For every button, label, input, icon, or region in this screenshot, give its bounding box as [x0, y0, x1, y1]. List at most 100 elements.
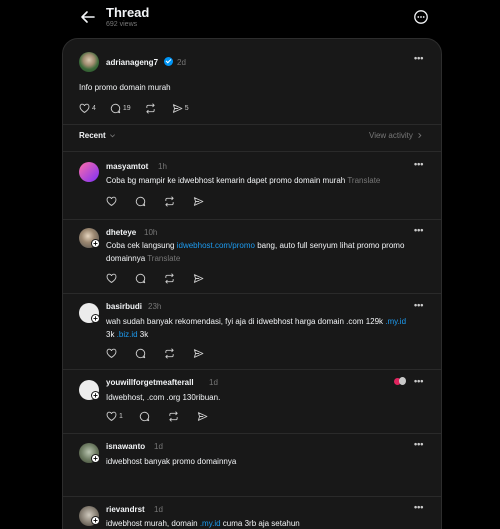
reply-link[interactable]: .my.id: [200, 519, 221, 528]
repost-icon: [165, 195, 174, 207]
reply-time: 1d: [154, 505, 163, 514]
heart-icon: [106, 196, 117, 206]
view-activity-link[interactable]: View activity: [369, 131, 423, 140]
share-icon: [193, 273, 204, 283]
avatar[interactable]: [79, 52, 99, 72]
share-button[interactable]: [197, 411, 210, 422]
like-button[interactable]: [106, 196, 119, 207]
comment-button[interactable]: [139, 411, 152, 422]
comment-icon: [135, 196, 146, 206]
divider: [63, 293, 441, 294]
share-icon: [193, 348, 204, 358]
comment-icon: [139, 411, 150, 421]
like-count: 1: [119, 412, 123, 420]
heart-icon: [106, 273, 117, 283]
repost-button[interactable]: [145, 102, 158, 114]
more-icon[interactable]: [413, 9, 429, 25]
share-button[interactable]: [193, 348, 206, 359]
divider: [63, 124, 441, 125]
more-icon[interactable]: •••: [414, 502, 423, 512]
share-icon: [193, 196, 204, 206]
post-time: 2d: [177, 58, 186, 67]
reaction-badge: [394, 377, 406, 386]
chevron-right-icon: [418, 133, 422, 138]
follow-plus-icon[interactable]: +: [91, 454, 100, 463]
reply-username[interactable]: dheteye: [106, 228, 136, 237]
more-icon[interactable]: •••: [414, 53, 423, 63]
divider: [63, 219, 441, 220]
divider: [63, 369, 441, 370]
reply-username[interactable]: youwillforgetmeafterall: [106, 378, 194, 387]
follow-plus-icon[interactable]: +: [91, 314, 100, 323]
back-arrow-icon[interactable]: [80, 9, 96, 25]
follow-plus-icon[interactable]: +: [91, 516, 100, 525]
translate-link[interactable]: Translate: [147, 254, 180, 263]
reply-text: idwebhost banyak promo domainnya: [106, 457, 237, 466]
reply-actions: 1: [106, 410, 226, 422]
verified-icon: [164, 57, 173, 66]
repost-button[interactable]: [168, 410, 181, 422]
chevron-down-icon: [109, 134, 115, 138]
comment-button[interactable]: 19: [110, 103, 131, 114]
heart-icon: [106, 411, 117, 421]
reply-link[interactable]: .biz.id: [117, 330, 138, 339]
comment-button[interactable]: [135, 196, 148, 207]
reply-actions: [106, 272, 222, 284]
reply-username[interactable]: rievandrst: [106, 505, 145, 514]
reply-actions: [106, 347, 222, 359]
reply-username[interactable]: isnawanto: [106, 442, 145, 451]
reply-username[interactable]: basirbudi: [106, 302, 142, 311]
comment-icon: [110, 103, 121, 113]
like-button[interactable]: 1: [106, 411, 123, 422]
divider: [63, 496, 441, 497]
reply-link[interactable]: .my.id: [385, 317, 406, 326]
comment-button[interactable]: [135, 348, 148, 359]
reply-text: wah sudah banyak rekomendasi, fyi aja di…: [106, 317, 407, 339]
follow-plus-icon[interactable]: +: [91, 239, 100, 248]
sort-dropdown[interactable]: Recent: [79, 131, 116, 140]
view-count: 692 views: [106, 21, 138, 28]
username[interactable]: adrianageng7: [106, 58, 158, 67]
share-icon: [197, 411, 208, 421]
reply-actions: [106, 195, 222, 207]
share-button[interactable]: [193, 273, 206, 284]
translate-link[interactable]: Translate: [347, 176, 380, 185]
top-bar: Thread 692 views: [0, 0, 500, 38]
reply-link[interactable]: idwebhost.com/promo: [177, 241, 255, 250]
like-button[interactable]: [106, 273, 119, 284]
share-button[interactable]: 5: [172, 103, 189, 114]
more-icon[interactable]: •••: [414, 159, 423, 169]
reply-time: 23h: [148, 302, 162, 311]
comment-icon: [135, 273, 146, 283]
repost-button[interactable]: [164, 272, 177, 284]
follow-plus-icon[interactable]: +: [91, 391, 100, 400]
like-button[interactable]: 4: [79, 103, 96, 114]
more-icon[interactable]: •••: [414, 376, 423, 386]
avatar[interactable]: [79, 162, 99, 182]
reply-username[interactable]: masyamtot: [106, 162, 148, 171]
reply-text: Idwebhost, .com .org 130ribuan.: [106, 393, 221, 402]
share-button[interactable]: [193, 196, 206, 207]
repost-button[interactable]: [164, 195, 177, 207]
post-actions: 4 19 5: [79, 102, 203, 114]
repost-icon: [165, 347, 174, 359]
sort-label: Recent: [79, 131, 106, 140]
more-icon[interactable]: •••: [414, 225, 423, 235]
view-activity-label: View activity: [369, 131, 413, 140]
more-icon[interactable]: •••: [414, 300, 423, 310]
comment-button[interactable]: [135, 273, 148, 284]
reply-time: 1d: [209, 378, 218, 387]
reply-time: 1d: [154, 442, 163, 451]
comment-icon: [135, 348, 146, 358]
repost-icon: [165, 272, 174, 284]
share-count: 5: [184, 104, 189, 112]
page-title: Thread: [106, 5, 150, 20]
like-count: 4: [92, 104, 96, 112]
heart-icon: [79, 103, 90, 113]
more-icon[interactable]: •••: [414, 439, 423, 449]
reply-time: 1h: [158, 162, 167, 171]
reply-time: 10h: [144, 228, 158, 237]
repost-button[interactable]: [164, 347, 177, 359]
divider: [63, 151, 441, 152]
like-button[interactable]: [106, 348, 119, 359]
